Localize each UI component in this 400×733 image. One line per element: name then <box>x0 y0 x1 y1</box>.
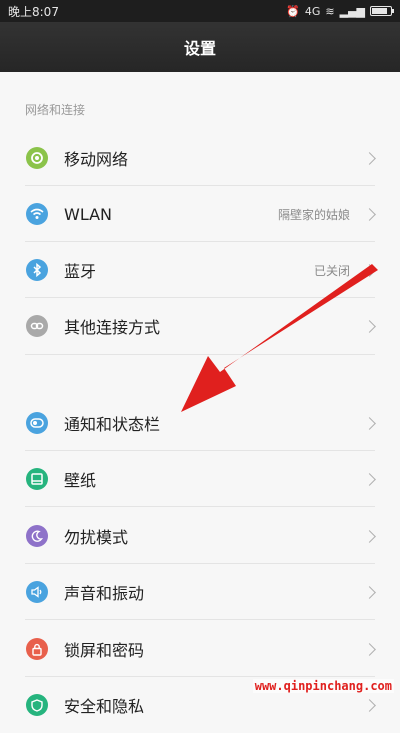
status-time: 晚上8:07 <box>8 4 59 19</box>
shield-icon <box>26 694 48 716</box>
divider <box>25 619 375 620</box>
link-icon <box>26 315 48 337</box>
item-label: 勿扰模式 <box>64 528 129 547</box>
status-bar: 晚上8:07 ⏰ 4G ≋ ▂▄▆ <box>0 0 400 22</box>
lock-icon <box>26 638 48 660</box>
item-label: 声音和振动 <box>64 584 145 603</box>
item-label: 其他连接方式 <box>64 318 161 337</box>
settings-item-wlan[interactable]: WLAN 隔壁家的姑娘 <box>0 186 400 242</box>
page-title: 设置 <box>183 39 216 58</box>
bluetooth-icon <box>26 259 48 281</box>
settings-item-bluetooth[interactable]: 蓝牙 已关闭 <box>0 242 400 298</box>
speaker-icon <box>26 581 48 603</box>
title-bar: 设置 <box>0 22 400 72</box>
battery-icon <box>370 6 394 16</box>
item-value: 隔壁家的姑娘 <box>277 207 350 222</box>
moon-icon <box>26 525 48 547</box>
item-label: 锁屏和密码 <box>64 641 145 660</box>
status-icons: ⏰ 4G ≋ ▂▄▆ <box>286 4 394 18</box>
chevron-right-icon <box>363 698 376 712</box>
settings-item-do-not-disturb[interactable]: 勿扰模式 <box>0 508 400 564</box>
settings-item-notifications[interactable]: 通知和状态栏 <box>0 395 400 451</box>
chevron-right-icon <box>363 263 376 277</box>
item-value: 已关闭 <box>313 263 350 278</box>
chevron-right-icon <box>363 642 376 656</box>
chevron-right-icon <box>363 151 376 165</box>
item-label: 蓝牙 <box>64 262 97 281</box>
wallpaper-icon <box>26 468 48 490</box>
chevron-right-icon <box>363 319 376 333</box>
divider <box>25 506 375 507</box>
settings-item-mobile-network[interactable]: 移动网络 <box>0 130 400 186</box>
settings-item-lock-password[interactable]: 锁屏和密码 <box>0 621 400 677</box>
item-label: 安全和隐私 <box>64 697 145 716</box>
wifi-icon <box>26 203 48 225</box>
chevron-right-icon <box>363 529 376 543</box>
settings-item-wallpaper[interactable]: 壁纸 <box>0 451 400 507</box>
mobile-network-icon <box>26 147 48 169</box>
settings-item-other-connections[interactable]: 其他连接方式 <box>0 298 400 354</box>
section-header-network: 网络和连接 <box>25 103 86 117</box>
notification-toggle-icon <box>26 412 48 434</box>
item-label: 移动网络 <box>64 150 129 169</box>
chevron-right-icon <box>363 416 376 430</box>
alarm-icon: ⏰ <box>286 4 300 18</box>
chevron-right-icon <box>363 472 376 486</box>
item-label: WLAN <box>64 204 113 224</box>
settings-item-sound-vibration[interactable]: 声音和振动 <box>0 564 400 620</box>
section-divider <box>25 354 375 355</box>
network-type-label: 4G <box>304 4 321 18</box>
item-label: 通知和状态栏 <box>64 415 161 434</box>
chevron-right-icon <box>363 207 376 221</box>
item-label: 壁纸 <box>64 471 97 490</box>
chevron-right-icon <box>363 585 376 599</box>
cellular-signal-icon: ▂▄▆ <box>339 4 365 18</box>
watermark-text: www.qinpinchang.com <box>252 679 394 693</box>
wifi-signal-icon: ≋ <box>325 4 335 18</box>
